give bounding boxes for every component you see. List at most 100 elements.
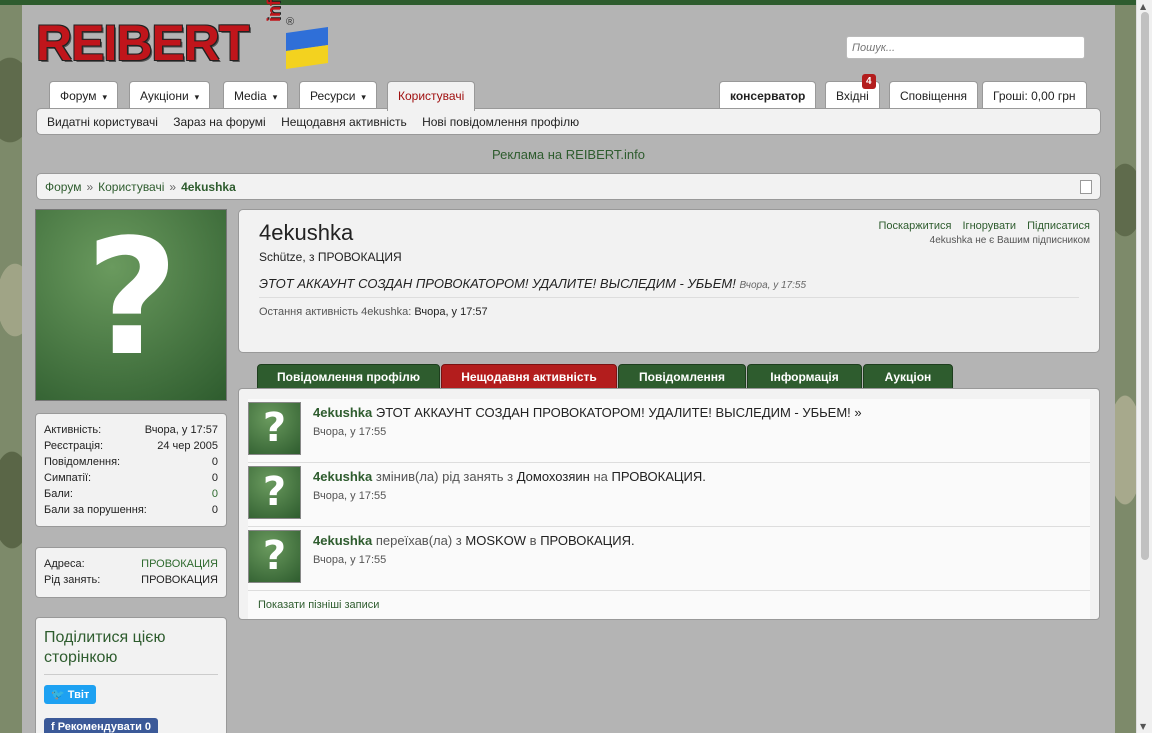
activity-user[interactable]: 4ekushka	[313, 405, 372, 420]
stat-label: Бали за порушення:	[44, 504, 147, 516]
tab-users[interactable]: Користувачі	[387, 81, 476, 111]
inbox-button[interactable]: 4 Вхідні	[825, 74, 880, 110]
scrollbar-thumb[interactable]	[1141, 12, 1149, 560]
profile-actions: Поскаржитися Ігнорувати Підписатися	[870, 220, 1090, 232]
alerts-label: Сповіщення	[900, 89, 968, 103]
follow-link[interactable]: Підписатися	[1027, 220, 1090, 232]
tab-resources[interactable]: Ресурси ▾	[299, 81, 377, 110]
follow-note: 4ekushka не є Вашим підписником	[929, 235, 1090, 246]
avatar[interactable]: ?	[248, 466, 301, 519]
breadcrumb-users[interactable]: Користувачі	[98, 180, 164, 194]
stat-value[interactable]: 0	[212, 486, 218, 502]
question-mark-icon: ?	[262, 533, 287, 579]
question-mark-icon: ?	[262, 405, 287, 451]
address-value[interactable]: ПРОВОКАЦИЯ	[141, 556, 218, 572]
sub-navigation: Видатні користувачі Зараз на форумі Нещо…	[36, 108, 1101, 135]
facebook-recommend-button[interactable]: f Рекомендувати 0	[44, 718, 159, 733]
stat-value: 0	[211, 456, 218, 468]
subnav-online-now[interactable]: Зараз на форумі	[173, 115, 265, 129]
breadcrumb-forum[interactable]: Форум	[45, 180, 81, 194]
question-mark-icon: ?	[85, 204, 179, 391]
show-more-link[interactable]: Показати пізніші записи	[248, 591, 1090, 619]
address-panel: Адреса: ПРОВОКАЦИЯ Рід занять: ПРОВОКАЦИЯ	[35, 547, 227, 598]
money-label: Гроші: 0,00 грн	[993, 89, 1076, 103]
profile-status: ЭТОТ АККАУНТ СОЗДАН ПРОВОКАТОРОМ! УДАЛИТ…	[259, 276, 1079, 298]
site-logo[interactable]: REIBERT info ®	[36, 0, 328, 73]
subnav-new-profile-posts[interactable]: Нові повідомлення профілю	[422, 115, 579, 129]
logo-text: REIBERT	[36, 15, 249, 71]
activity-new-value: ПРОВОКАЦИЯ.	[540, 533, 635, 548]
chevron-down-icon: ▾	[272, 93, 278, 103]
last-activity-label: Остання активність 4ekushka:	[259, 306, 412, 318]
user-menu[interactable]: консерватор	[719, 81, 817, 110]
chevron-down-icon: ▾	[102, 93, 107, 103]
subnav-notable-users[interactable]: Видатні користувачі	[47, 115, 158, 129]
occupation-row: Рід занять: ПРОВОКАЦИЯ	[44, 572, 218, 588]
tab-auction[interactable]: Аукціон	[863, 364, 953, 389]
breadcrumb-separator: »	[86, 180, 94, 194]
stat-row: Реєстрація: 24 чер 2005	[44, 438, 218, 454]
avatar[interactable]: ?	[248, 402, 301, 455]
breadcrumb: Форум » Користувачі » 4ekushka	[36, 173, 1101, 200]
tab-forum[interactable]: Форум ▾	[49, 81, 118, 110]
tab-label: Ресурси	[310, 89, 356, 103]
profile-header: 4ekushka Schütze, з ПРОВОКАЦИЯ ЭТОТ АККА…	[238, 209, 1100, 353]
activity-user[interactable]: 4ekushka	[313, 533, 372, 548]
stat-row: Бали за порушення: 0	[44, 502, 218, 518]
scroll-up-icon[interactable]: ▲	[1140, 2, 1146, 11]
stat-label: Повідомлення:	[44, 456, 121, 468]
page-icon[interactable]	[1080, 180, 1092, 194]
tweet-label: Твіт	[67, 689, 90, 701]
profile-title: Schütze, з ПРОВОКАЦИЯ	[259, 250, 402, 264]
activity-text: 4ekushka переїхав(ла) з MOSKOW в ПРОВОКА…	[313, 533, 1090, 548]
activity-message[interactable]: ЭТОТ АККАУНТ СОЗДАН ПРОВОКАТОРОМ! УДАЛИТ…	[372, 405, 862, 420]
search-input[interactable]	[846, 36, 1085, 59]
stat-value: 0	[211, 504, 218, 516]
username-label: консерватор	[730, 89, 806, 103]
avatar[interactable]: ?	[248, 530, 301, 583]
twitter-icon: 🐦	[51, 689, 68, 701]
activity-new-value: ПРОВОКАЦИЯ.	[611, 469, 706, 484]
activity-time[interactable]: Вчора, у 17:55	[313, 554, 1090, 566]
activity-text: 4ekushka змінив(ла) рід занять з Домохоз…	[313, 469, 1090, 484]
scrollbar[interactable]: ▲ ▼	[1136, 0, 1152, 733]
report-link[interactable]: Поскаржитися	[878, 220, 951, 232]
scroll-down-icon[interactable]: ▼	[1140, 722, 1146, 731]
occupation-value: ПРОВОКАЦИЯ	[141, 574, 218, 586]
tab-auctions[interactable]: Аукціони ▾	[129, 81, 211, 110]
inbox-badge: 4	[862, 74, 876, 89]
tab-recent-activity[interactable]: Нещодавня активність	[441, 364, 617, 389]
flag-icon	[286, 27, 328, 69]
stat-row: Бали: 0	[44, 486, 218, 502]
profile-avatar[interactable]: ?	[35, 209, 227, 401]
alerts-button[interactable]: Сповіщення	[889, 81, 979, 110]
money-button[interactable]: Гроші: 0,00 грн	[982, 81, 1087, 110]
list-item: ? 4ekushka переїхав(ла) з MOSKOW в ПРОВО…	[248, 527, 1090, 591]
tab-posts[interactable]: Повідомлення	[618, 364, 746, 389]
tab-information[interactable]: Інформація	[747, 364, 862, 389]
breadcrumb-current[interactable]: 4ekushka	[181, 180, 236, 194]
address-label: Адреса:	[44, 558, 85, 570]
activity-user[interactable]: 4ekushka	[313, 469, 372, 484]
stat-value: 24 чер 2005	[157, 440, 218, 452]
stat-label: Реєстрація:	[44, 440, 104, 452]
list-item: ? 4ekushka змінив(ла) рід занять з Домох…	[248, 463, 1090, 527]
share-title: Поділитися цією сторінкою	[44, 628, 218, 675]
ad-link[interactable]: Реклама на REIBERT.info	[22, 147, 1115, 162]
subnav-recent-activity[interactable]: Нещодавня активність	[281, 115, 407, 129]
stat-value: 0	[211, 472, 218, 484]
chevron-down-icon: ▾	[194, 93, 200, 103]
tweet-button[interactable]: 🐦 Твіт	[44, 685, 97, 704]
tab-label: Форум	[60, 89, 97, 103]
tab-profile-posts[interactable]: Повідомлення профілю	[257, 364, 440, 389]
activity-time[interactable]: Вчора, у 17:55	[313, 490, 1090, 502]
activity-time[interactable]: Вчора, у 17:55	[313, 426, 1090, 438]
tab-label: Користувачі	[398, 89, 465, 103]
list-item: ? 4ekushka ЭТОТ АККАУНТ СОЗДАН ПРОВОКАТО…	[248, 399, 1090, 463]
stat-row: Повідомлення: 0	[44, 454, 218, 470]
ignore-link[interactable]: Ігнорувати	[963, 220, 1017, 232]
last-activity: Остання активність 4ekushka: Вчора, у 17…	[259, 306, 1079, 318]
fb-label: Рекомендувати 0	[57, 721, 152, 733]
chevron-down-icon: ▾	[361, 93, 366, 103]
tab-media[interactable]: Media ▾	[223, 81, 289, 110]
